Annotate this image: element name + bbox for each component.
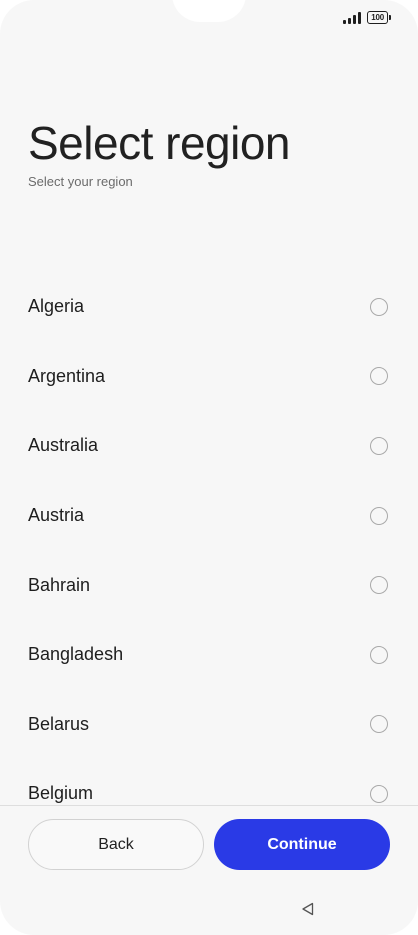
radio-button[interactable] — [370, 506, 388, 525]
region-label: Austria — [28, 505, 85, 526]
region-label: Belarus — [28, 713, 90, 734]
region-item-bangladesh[interactable]: Bangladesh — [0, 620, 418, 690]
footer-divider — [0, 805, 418, 806]
radio-button[interactable] — [370, 576, 388, 595]
region-label: Bahrain — [28, 574, 91, 595]
radio-button[interactable] — [370, 367, 388, 386]
back-button[interactable]: Back — [28, 819, 204, 870]
continue-button[interactable]: Continue — [214, 819, 390, 870]
status-bar: 100 — [343, 11, 391, 24]
region-item-belarus[interactable]: Belarus — [0, 690, 418, 760]
region-label: Algeria — [28, 296, 85, 317]
region-label: Australia — [28, 435, 99, 456]
page-subtitle: Select your region — [28, 174, 133, 189]
region-item-australia[interactable]: Australia — [0, 411, 418, 481]
battery-level: 100 — [371, 13, 384, 22]
radio-button[interactable] — [370, 297, 388, 316]
region-item-belgium[interactable]: Belgium — [0, 759, 418, 805]
page-title: Select region — [28, 117, 291, 169]
radio-button[interactable] — [370, 436, 388, 455]
radio-button[interactable] — [370, 784, 388, 803]
region-item-austria[interactable]: Austria — [0, 481, 418, 551]
radio-button[interactable] — [370, 715, 388, 734]
camera-notch — [172, 0, 246, 22]
region-label: Argentina — [28, 365, 106, 386]
region-item-argentina[interactable]: Argentina — [0, 342, 418, 412]
battery-icon: 100 — [367, 11, 391, 24]
region-item-bahrain[interactable]: Bahrain — [0, 550, 418, 620]
signal-bars-icon — [343, 11, 362, 24]
region-label: Belgium — [28, 783, 94, 804]
screen: 100 Select region Select your region Alg… — [0, 0, 418, 935]
region-label: Bangladesh — [28, 644, 124, 665]
region-list[interactable]: Algeria Argentina Australia Austria Bahr… — [0, 272, 418, 805]
triangle-back-icon[interactable] — [300, 901, 316, 917]
radio-button[interactable] — [370, 645, 388, 664]
region-item-algeria[interactable]: Algeria — [0, 272, 418, 342]
